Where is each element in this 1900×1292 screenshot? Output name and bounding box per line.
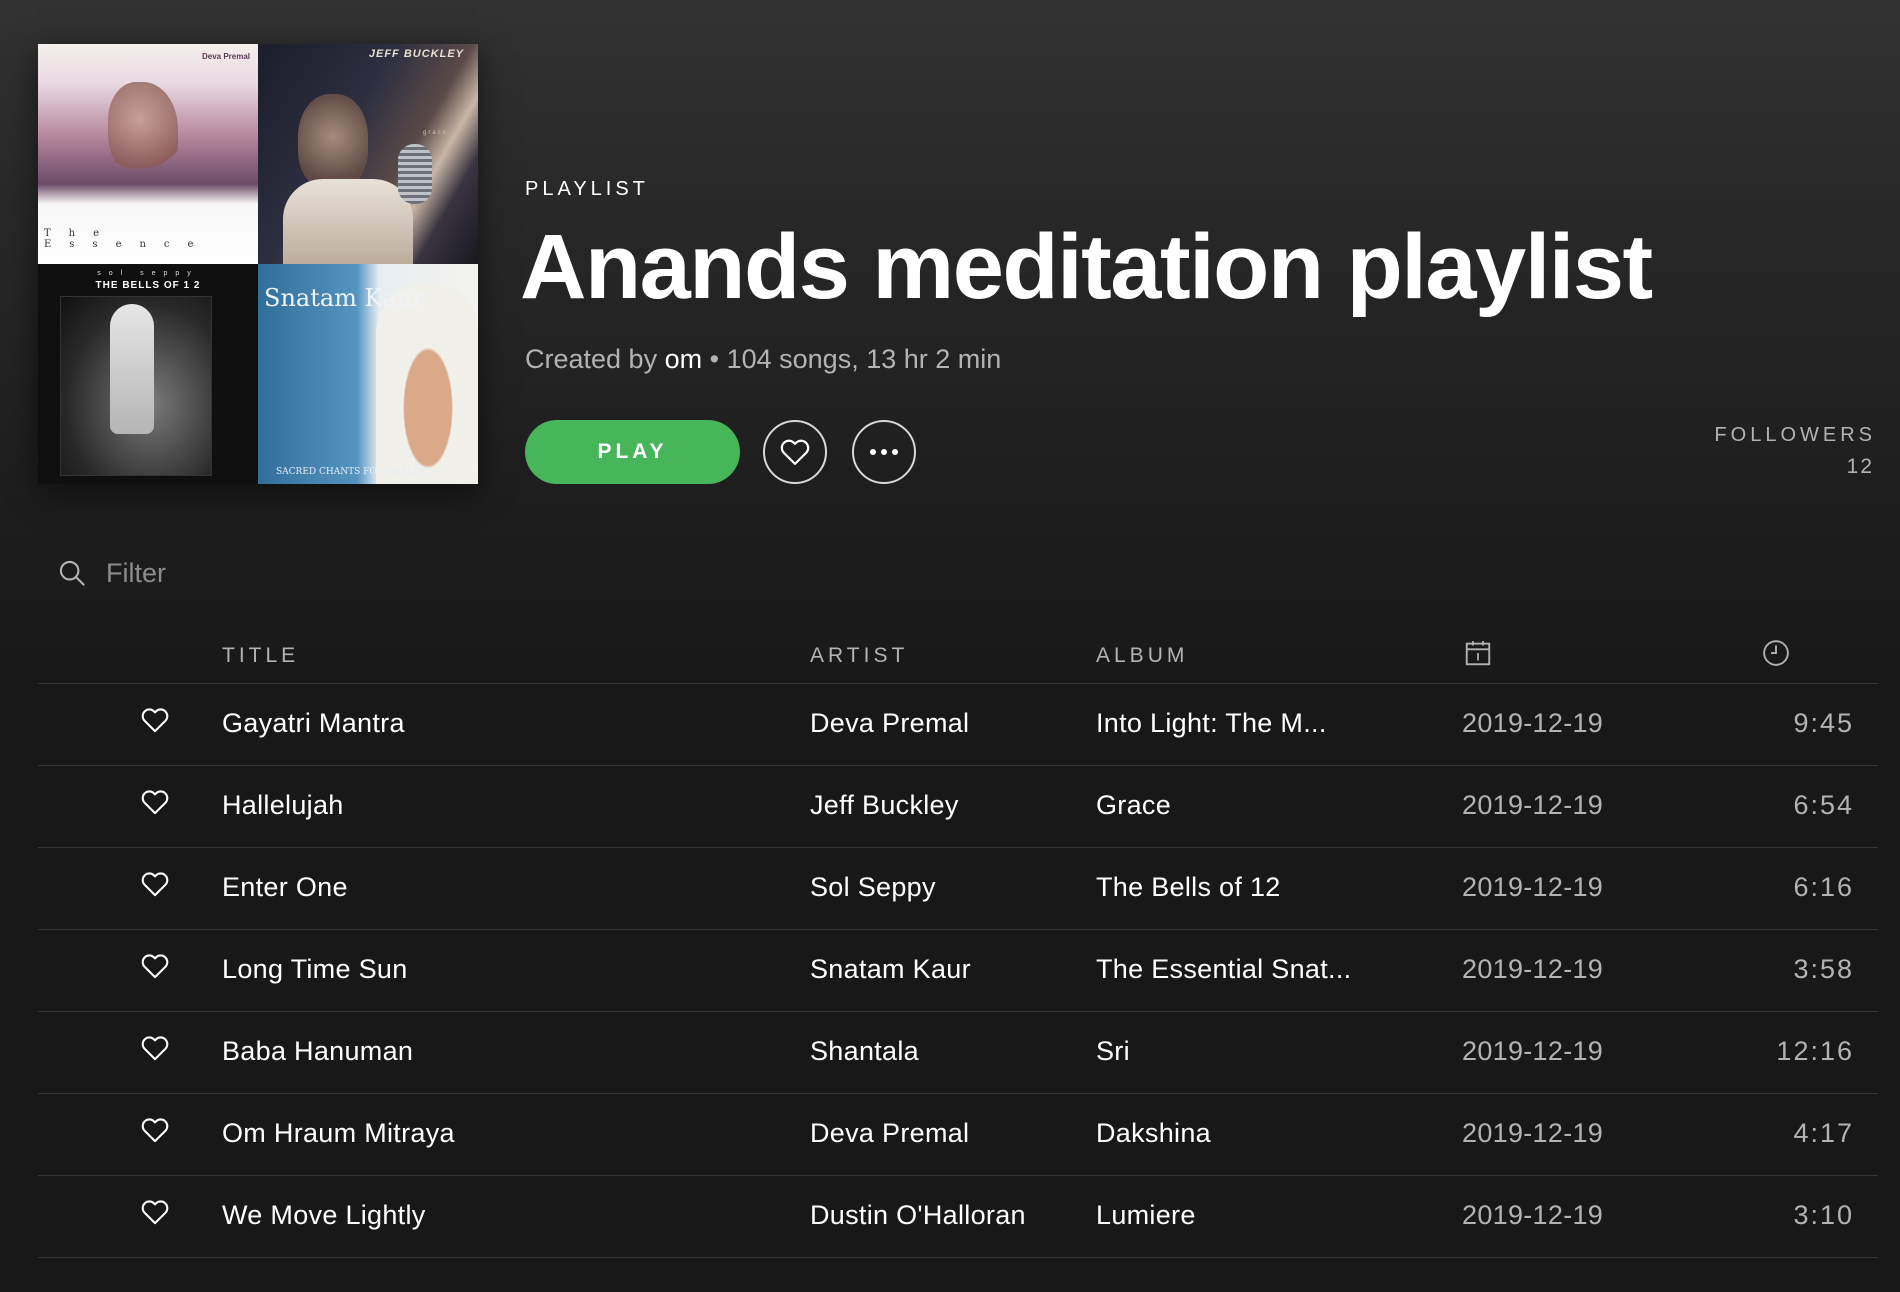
cover-tile-artist: Snatam Kaur (264, 284, 424, 312)
track-date-added: 2019-12-19 (1462, 1200, 1604, 1230)
more-options-button[interactable] (852, 420, 916, 484)
cover-portrait-image (376, 282, 478, 484)
playlist-page: Deva Premal The Essence JEFF BUCKLEY gra… (0, 0, 1900, 1292)
track-artist[interactable]: Shantala (810, 1036, 919, 1067)
track-artist[interactable]: Dustin O'Halloran (810, 1200, 1026, 1231)
cover-tile-word: grace (422, 130, 448, 136)
search-icon (59, 560, 85, 586)
column-header-artist[interactable]: ARTIST (810, 644, 908, 668)
track-artist[interactable]: Sol Seppy (810, 872, 936, 903)
track-row[interactable]: Om Hraum Mitraya Deva Premal Dakshina 2019-… (38, 1094, 1878, 1176)
cover-tile-bells: sol seppy THE BELLS OF 1 2 (38, 264, 258, 484)
track-album[interactable]: Sri (1096, 1036, 1130, 1067)
track-title: Long Time Sun (222, 954, 408, 984)
heart-icon[interactable] (141, 953, 169, 984)
track-row[interactable]: Long Time Sun Snatam Kaur The Essential Sn… (38, 930, 1878, 1012)
track-row[interactable]: We Move Lightly Dustin O'Halloran Lumiere 2… (38, 1176, 1878, 1258)
ellipsis-icon (870, 449, 898, 455)
column-header-duration[interactable] (1761, 638, 1791, 674)
calendar-icon (1465, 641, 1491, 666)
cover-figure-image (108, 82, 178, 177)
like-playlist-button[interactable] (763, 420, 827, 484)
track-duration: 9:45 (1793, 708, 1854, 738)
column-header-album[interactable]: ALBUM (1096, 644, 1188, 668)
track-date-added: 2019-12-19 (1462, 1118, 1604, 1148)
track-duration: 12:16 (1776, 1036, 1854, 1066)
cover-tile-grace: JEFF BUCKLEY grace (258, 44, 478, 264)
track-date-added: 2019-12-19 (1462, 708, 1604, 738)
track-duration: 6:54 (1793, 790, 1854, 820)
play-button[interactable]: PLAY (525, 420, 740, 484)
track-title: Baba Hanuman (222, 1036, 414, 1066)
followers-count: 12 (1846, 455, 1874, 478)
cover-tile-word: SACRED CHANTS FOR HEALING (276, 467, 432, 477)
filter-box (58, 553, 358, 593)
owner-link[interactable]: om (665, 344, 703, 374)
cover-figure-image (110, 304, 154, 434)
heart-icon[interactable] (141, 871, 169, 902)
track-artist[interactable]: Jeff Buckley (810, 790, 959, 821)
track-album[interactable]: The Bells of 12 (1096, 872, 1281, 903)
heart-icon[interactable] (141, 707, 169, 738)
playlist-meta: Created by om • 104 songs, 13 hr 2 min (525, 344, 1001, 375)
track-album[interactable]: Lumiere (1096, 1200, 1196, 1231)
track-duration: 4:17 (1793, 1118, 1854, 1148)
clock-icon (1763, 640, 1789, 666)
playlist-title: Anands meditation playlist (520, 216, 1653, 318)
cover-tile-word: The Essence (44, 228, 212, 250)
track-duration: 3:58 (1793, 954, 1854, 984)
track-title: Enter One (222, 872, 348, 902)
meta-separator: • (709, 344, 720, 374)
track-title: Om Hraum Mitraya (222, 1118, 455, 1148)
track-title: Hallelujah (222, 790, 344, 820)
microphone-image (398, 144, 432, 204)
track-date-added: 2019-12-19 (1462, 954, 1604, 984)
followers-label: FOLLOWERS (1714, 424, 1876, 446)
tracklist: Gayatri Mantra Deva Premal Into Light: The… (38, 684, 1878, 1258)
cover-tile-essence: Deva Premal The Essence (38, 44, 258, 264)
heart-icon[interactable] (141, 1117, 169, 1148)
heart-icon[interactable] (141, 1199, 169, 1230)
heart-icon[interactable] (141, 789, 169, 820)
track-artist[interactable]: Deva Premal (810, 708, 969, 739)
cover-tile-snatam: Snatam Kaur SACRED CHANTS FOR HEALING (258, 264, 478, 484)
track-date-added: 2019-12-19 (1462, 872, 1604, 902)
track-title: Gayatri Mantra (222, 708, 405, 738)
playlist-cover: Deva Premal The Essence JEFF BUCKLEY gra… (38, 44, 478, 484)
created-by-label: Created by (525, 344, 658, 374)
track-row[interactable]: Baba Hanuman Shantala Sri 2019-12-19 12:16 (38, 1012, 1878, 1094)
track-title: We Move Lightly (222, 1200, 426, 1230)
filter-input[interactable] (104, 556, 328, 590)
heart-icon (780, 439, 810, 465)
cover-tile-artist: Deva Premal (201, 52, 250, 61)
cover-tile-word: THE BELLS OF 1 2 (95, 280, 201, 291)
track-artist[interactable]: Snatam Kaur (810, 954, 971, 985)
cover-shirt-image (283, 179, 413, 264)
track-album[interactable]: The Essential Snat... (1096, 954, 1351, 985)
track-album[interactable]: Into Light: The M... (1096, 708, 1327, 739)
cover-tile-artist: sol seppy (97, 270, 199, 277)
track-album[interactable]: Dakshina (1096, 1118, 1211, 1149)
cover-face-image (298, 94, 368, 189)
track-date-added: 2019-12-19 (1462, 1036, 1604, 1066)
column-header-date[interactable] (1463, 638, 1493, 674)
cover-tile-artist: JEFF BUCKLEY (368, 48, 464, 60)
track-duration: 3:10 (1793, 1200, 1854, 1230)
track-album[interactable]: Grace (1096, 790, 1171, 821)
track-date-added: 2019-12-19 (1462, 790, 1604, 820)
track-row[interactable]: Gayatri Mantra Deva Premal Into Light: The… (38, 684, 1878, 766)
track-duration: 6:16 (1793, 872, 1854, 902)
playlist-kicker: PLAYLIST (525, 178, 649, 200)
playlist-stats: 104 songs, 13 hr 2 min (726, 344, 1002, 374)
track-artist[interactable]: Deva Premal (810, 1118, 969, 1149)
track-row[interactable]: Enter One Sol Seppy The Bells of 12 2019-12… (38, 848, 1878, 930)
column-header-title[interactable]: TITLE (222, 644, 299, 668)
track-row[interactable]: Hallelujah Jeff Buckley Grace 2019-12-19 6:5… (38, 766, 1878, 848)
heart-icon[interactable] (141, 1035, 169, 1066)
tracklist-header: TITLE ARTIST ALBUM (38, 630, 1878, 684)
